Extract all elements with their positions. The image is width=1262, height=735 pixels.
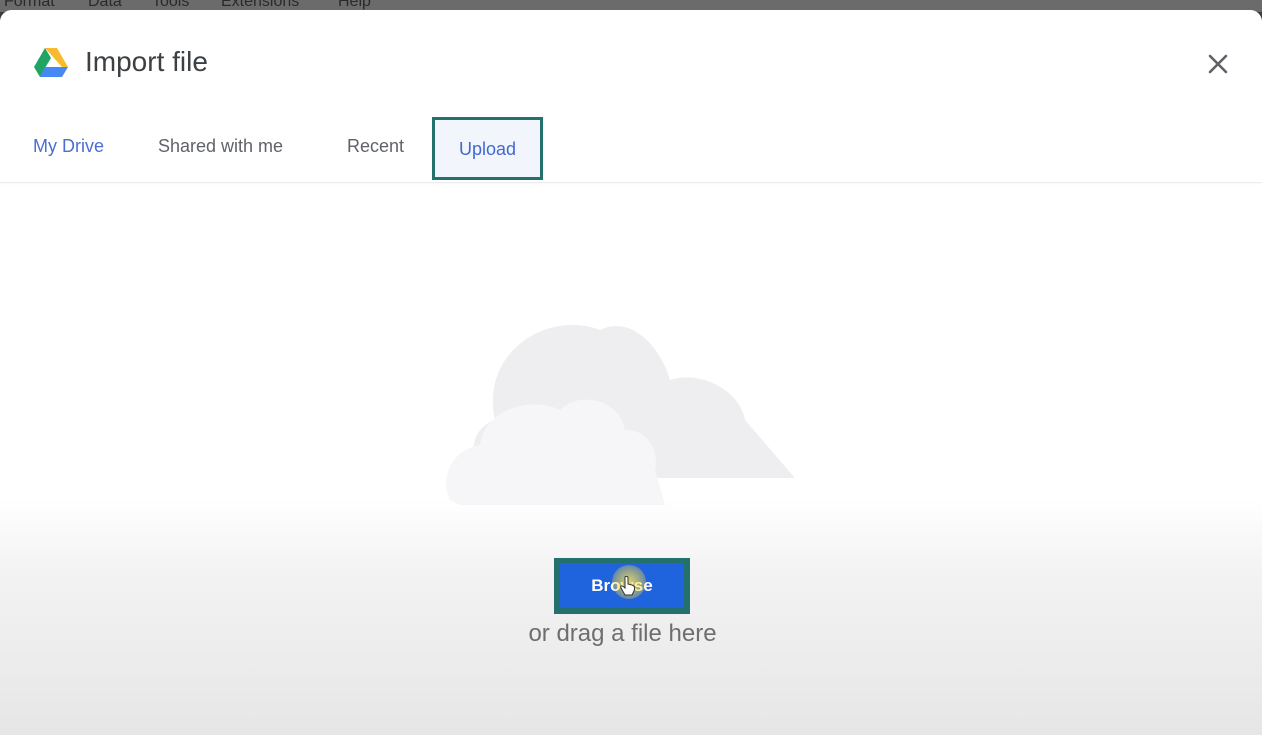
tab-my-drive[interactable]: My Drive [33,136,104,157]
tab-upload[interactable]: Upload [432,117,543,180]
import-file-dialog: Import file My Drive Shared with me Rece… [0,10,1262,735]
tab-recent[interactable]: Recent [347,136,404,157]
tab-upload-label: Upload [458,139,517,159]
dialog-header: Import file My Drive Shared with me Rece… [0,10,1262,183]
cloud-icon [446,324,795,505]
dialog-title: Import file [85,46,208,77]
tab-shared-with-me[interactable]: Shared with me [158,136,283,157]
close-icon[interactable] [1200,46,1236,82]
google-drive-icon [34,48,68,77]
hand-cursor-icon [620,576,636,596]
drag-file-text: or drag a file here [528,620,717,647]
